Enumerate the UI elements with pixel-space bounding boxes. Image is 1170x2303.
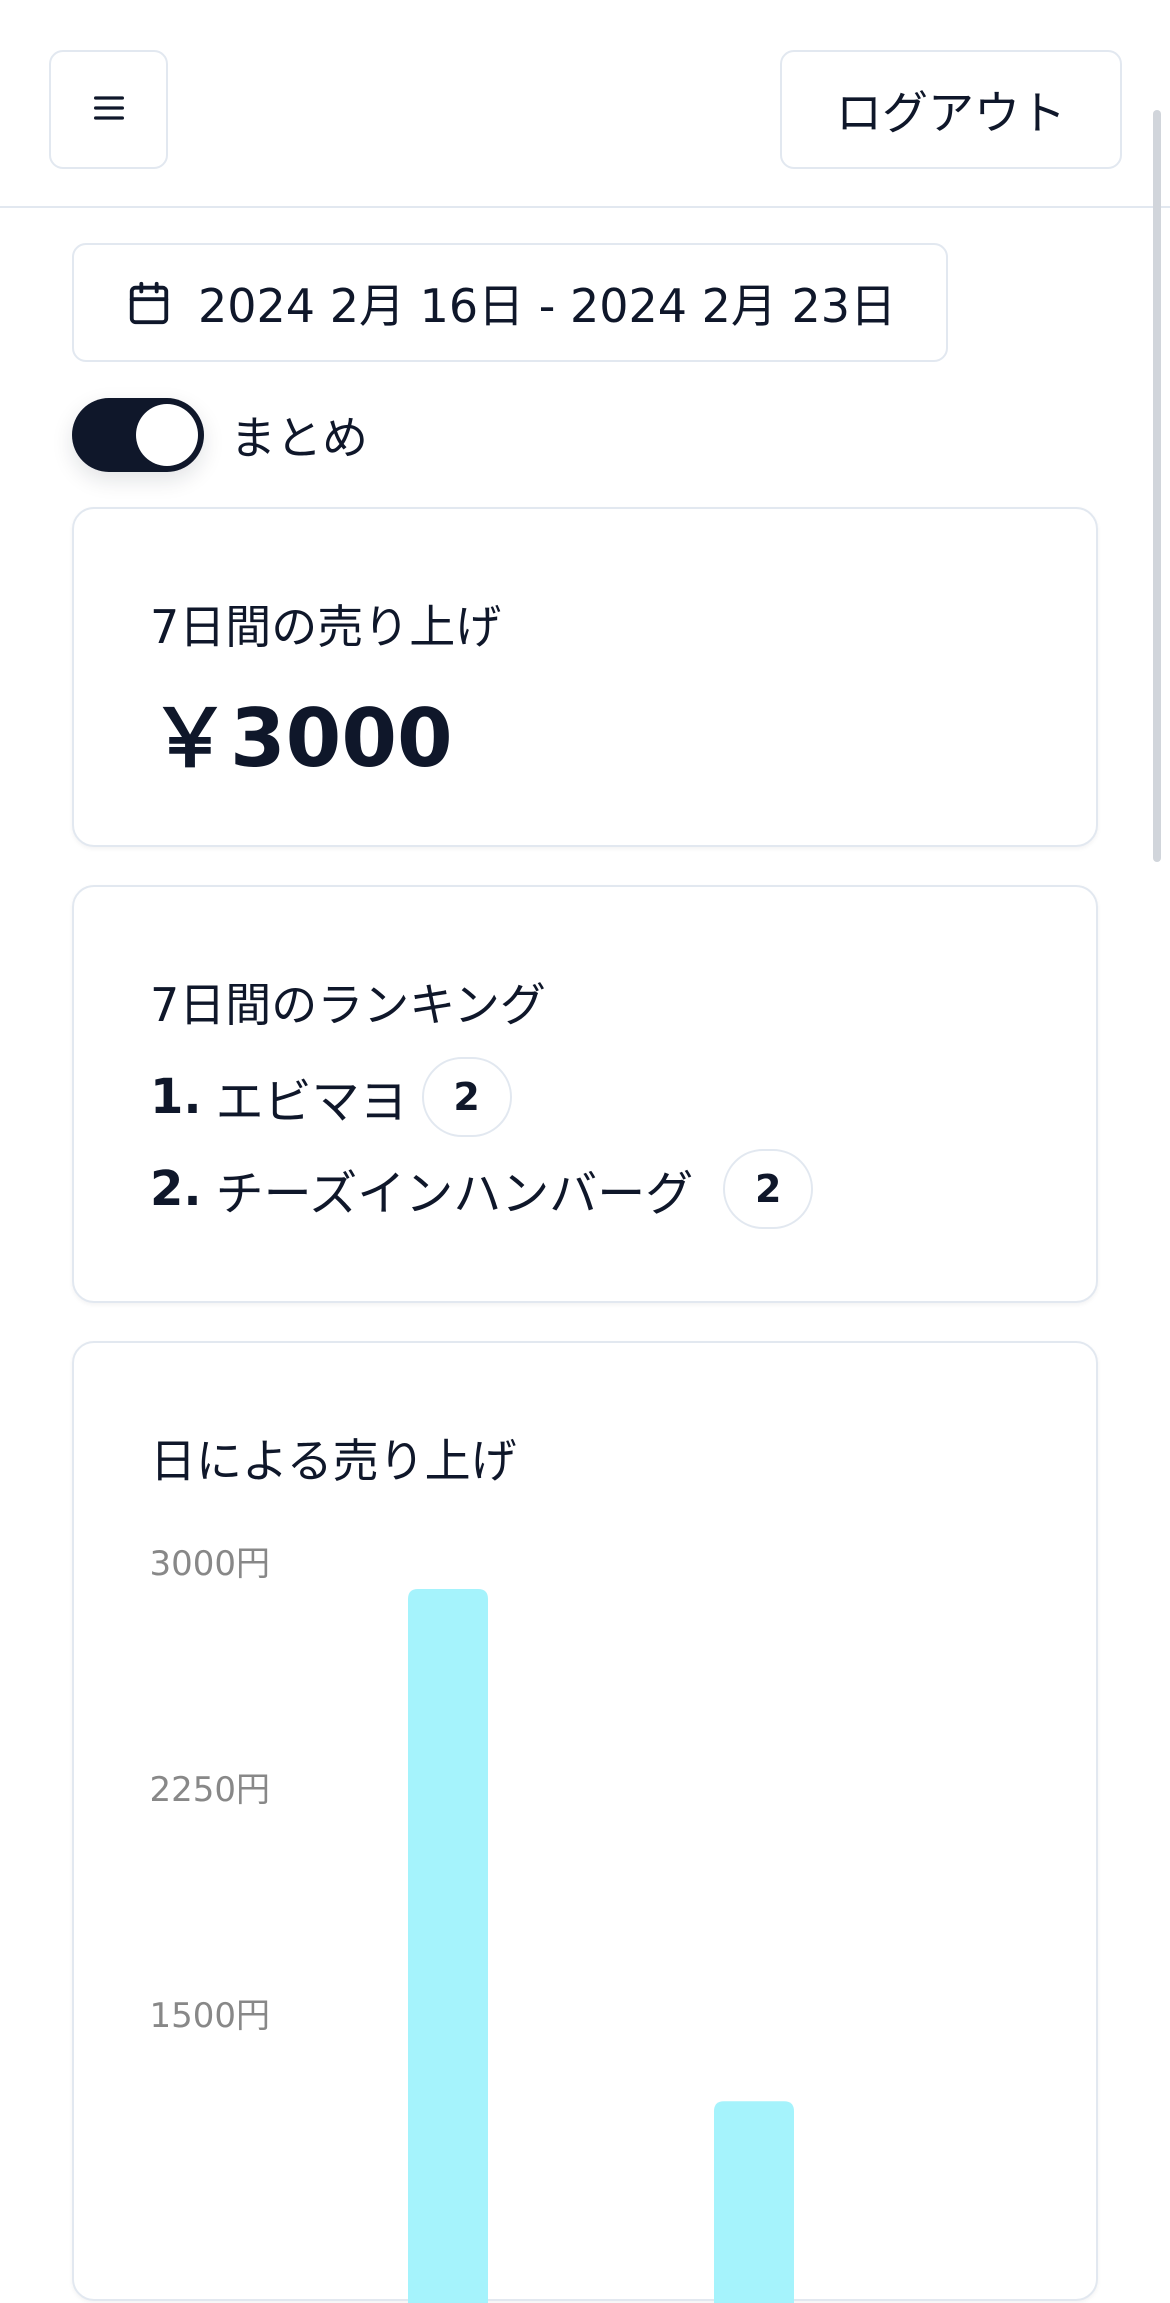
- summary-toggle-label: まとめ: [230, 411, 368, 465]
- chart-bar[interactable]: [408, 1589, 488, 2303]
- calendar-icon: [126, 280, 172, 326]
- daily-sales-chart-card: 日による売り上げ 3000円 2250円 1500円: [72, 1341, 1098, 2303]
- summary-toggle[interactable]: [72, 398, 204, 472]
- item-name: チーズインハンバーグ: [215, 1166, 694, 1222]
- top-app-bar: ログアウト: [0, 0, 1170, 208]
- toggle-knob: [136, 404, 198, 466]
- rank-number: 2.: [150, 1161, 202, 1217]
- daily-sales-bar-chart: 3000円 2250円 1500円: [149, 1544, 794, 2303]
- chart-bar[interactable]: [714, 2101, 794, 2303]
- list-item: 1. エビマヨ 2: [150, 1057, 512, 1137]
- y-tick-label: 3000円: [149, 1544, 270, 1584]
- hamburger-menu-icon: [89, 88, 129, 132]
- y-tick-label: 1500円: [149, 1996, 270, 2036]
- sales-total-card: 7日間の売り上げ ￥3000: [72, 507, 1098, 847]
- y-tick-label: 2250円: [149, 1770, 270, 1810]
- rank-number: 1.: [150, 1069, 202, 1125]
- date-range-label: 2024 2月 16日 - 2024 2月 23日: [198, 278, 897, 333]
- count-badge: 2: [723, 1149, 814, 1229]
- date-range-picker[interactable]: 2024 2月 16日 - 2024 2月 23日: [72, 243, 948, 362]
- ranking-card: 7日間のランキング 1. エビマヨ 2 2. チーズインハンバーグ 2: [72, 885, 1098, 1303]
- list-item: 2. チーズインハンバーグ 2: [150, 1149, 814, 1229]
- sales-card-title: 7日間の売り上げ: [150, 600, 502, 654]
- menu-button[interactable]: [49, 50, 168, 169]
- logout-button[interactable]: ログアウト: [780, 50, 1122, 169]
- item-name: エビマヨ: [215, 1074, 408, 1130]
- ranking-card-title: 7日間のランキング: [150, 978, 546, 1032]
- scrollbar[interactable]: [1153, 110, 1161, 862]
- count-badge: 2: [421, 1057, 512, 1137]
- sales-total-value: ￥3000: [150, 692, 453, 785]
- summary-toggle-row: まとめ: [72, 398, 368, 472]
